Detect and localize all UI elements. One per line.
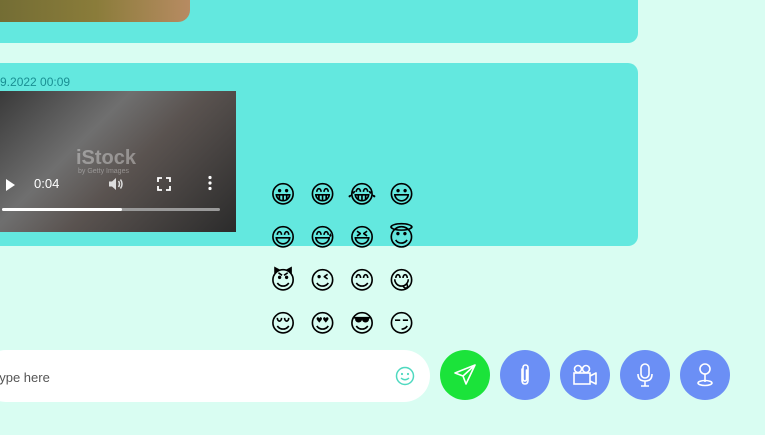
microphone-button[interactable]	[620, 350, 670, 400]
video-watermark: iStock	[76, 147, 137, 169]
location-button[interactable]	[680, 350, 730, 400]
emoji-option[interactable]: 😇	[387, 223, 417, 253]
location-pin-icon	[697, 363, 713, 387]
image-thumbnail[interactable]	[0, 0, 190, 22]
video-progress-bar[interactable]	[2, 208, 220, 211]
emoji-option[interactable]: 😌	[268, 309, 298, 339]
message-timestamp: .09.2022 00:09	[0, 75, 71, 89]
video-watermark-sub: by Getty Images	[78, 168, 129, 175]
video-time: 0:04	[34, 176, 60, 191]
message-bubble-image	[0, 0, 638, 43]
emoji-picker: 😀 😁 😂 😃 😄 😅 😆 😇 😈 😉 😊 😋 😌 😍 😎 😏	[265, 175, 425, 347]
emoji-option[interactable]: 😈	[268, 266, 298, 296]
send-icon	[454, 364, 476, 385]
emoji-option[interactable]: 😂	[347, 180, 377, 210]
emoji-option[interactable]: 😀	[268, 180, 298, 210]
more-options-icon[interactable]	[207, 175, 213, 191]
video-progress-fill	[2, 208, 122, 211]
emoji-option[interactable]: 😄	[268, 223, 298, 253]
emoji-option[interactable]: 😅	[308, 223, 338, 253]
emoji-option[interactable]: 😆	[347, 223, 377, 253]
microphone-icon	[637, 363, 653, 387]
volume-icon[interactable]	[108, 177, 124, 191]
emoji-option[interactable]: 😏	[387, 309, 417, 339]
message-input[interactable]	[0, 364, 354, 390]
video-camera-icon	[573, 364, 597, 385]
video-call-button[interactable]	[560, 350, 610, 400]
fullscreen-icon[interactable]	[157, 177, 171, 191]
attach-button[interactable]	[500, 350, 550, 400]
play-icon[interactable]	[6, 179, 15, 191]
emoji-toggle-icon[interactable]	[395, 366, 415, 386]
emoji-option[interactable]: 😁	[308, 180, 338, 210]
message-input-container	[0, 350, 430, 402]
emoji-option[interactable]: 😉	[308, 266, 338, 296]
emoji-option[interactable]: 😃	[387, 180, 417, 210]
emoji-option[interactable]: 😎	[347, 309, 377, 339]
emoji-option[interactable]: 😍	[308, 309, 338, 339]
emoji-option[interactable]: 😊	[347, 266, 377, 296]
video-player[interactable]: iStock by Getty Images 0:04	[0, 91, 236, 232]
emoji-option[interactable]: 😋	[387, 266, 417, 296]
send-button[interactable]	[440, 350, 490, 400]
paperclip-icon	[521, 364, 529, 385]
